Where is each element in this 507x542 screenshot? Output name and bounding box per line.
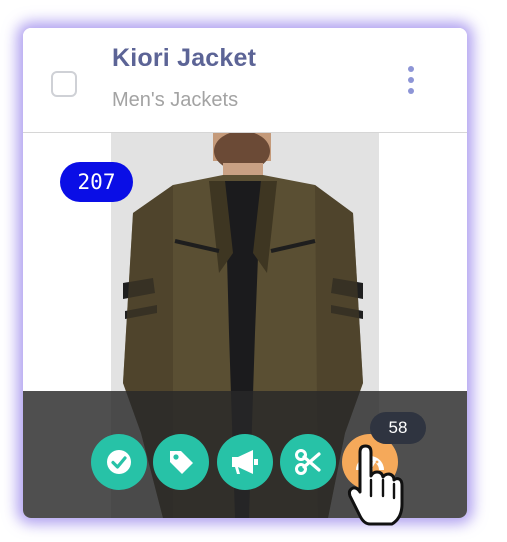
cut-button[interactable] [280,434,336,490]
more-options-icon[interactable] [399,64,423,96]
approve-button[interactable] [91,434,147,490]
megaphone-icon [232,450,258,474]
scissors-icon [295,449,321,475]
pointer-cursor-icon [347,444,404,526]
card-header: Kiori Jacket Men's Jackets [23,28,467,133]
promote-button[interactable] [217,434,273,490]
check-circle-icon [107,450,131,474]
product-title[interactable]: Kiori Jacket [112,44,256,73]
select-checkbox[interactable] [51,71,77,97]
count-badge: 207 [60,162,133,202]
tag-icon [170,451,193,474]
product-category: Men's Jackets [112,89,239,111]
tag-button[interactable] [153,434,209,490]
